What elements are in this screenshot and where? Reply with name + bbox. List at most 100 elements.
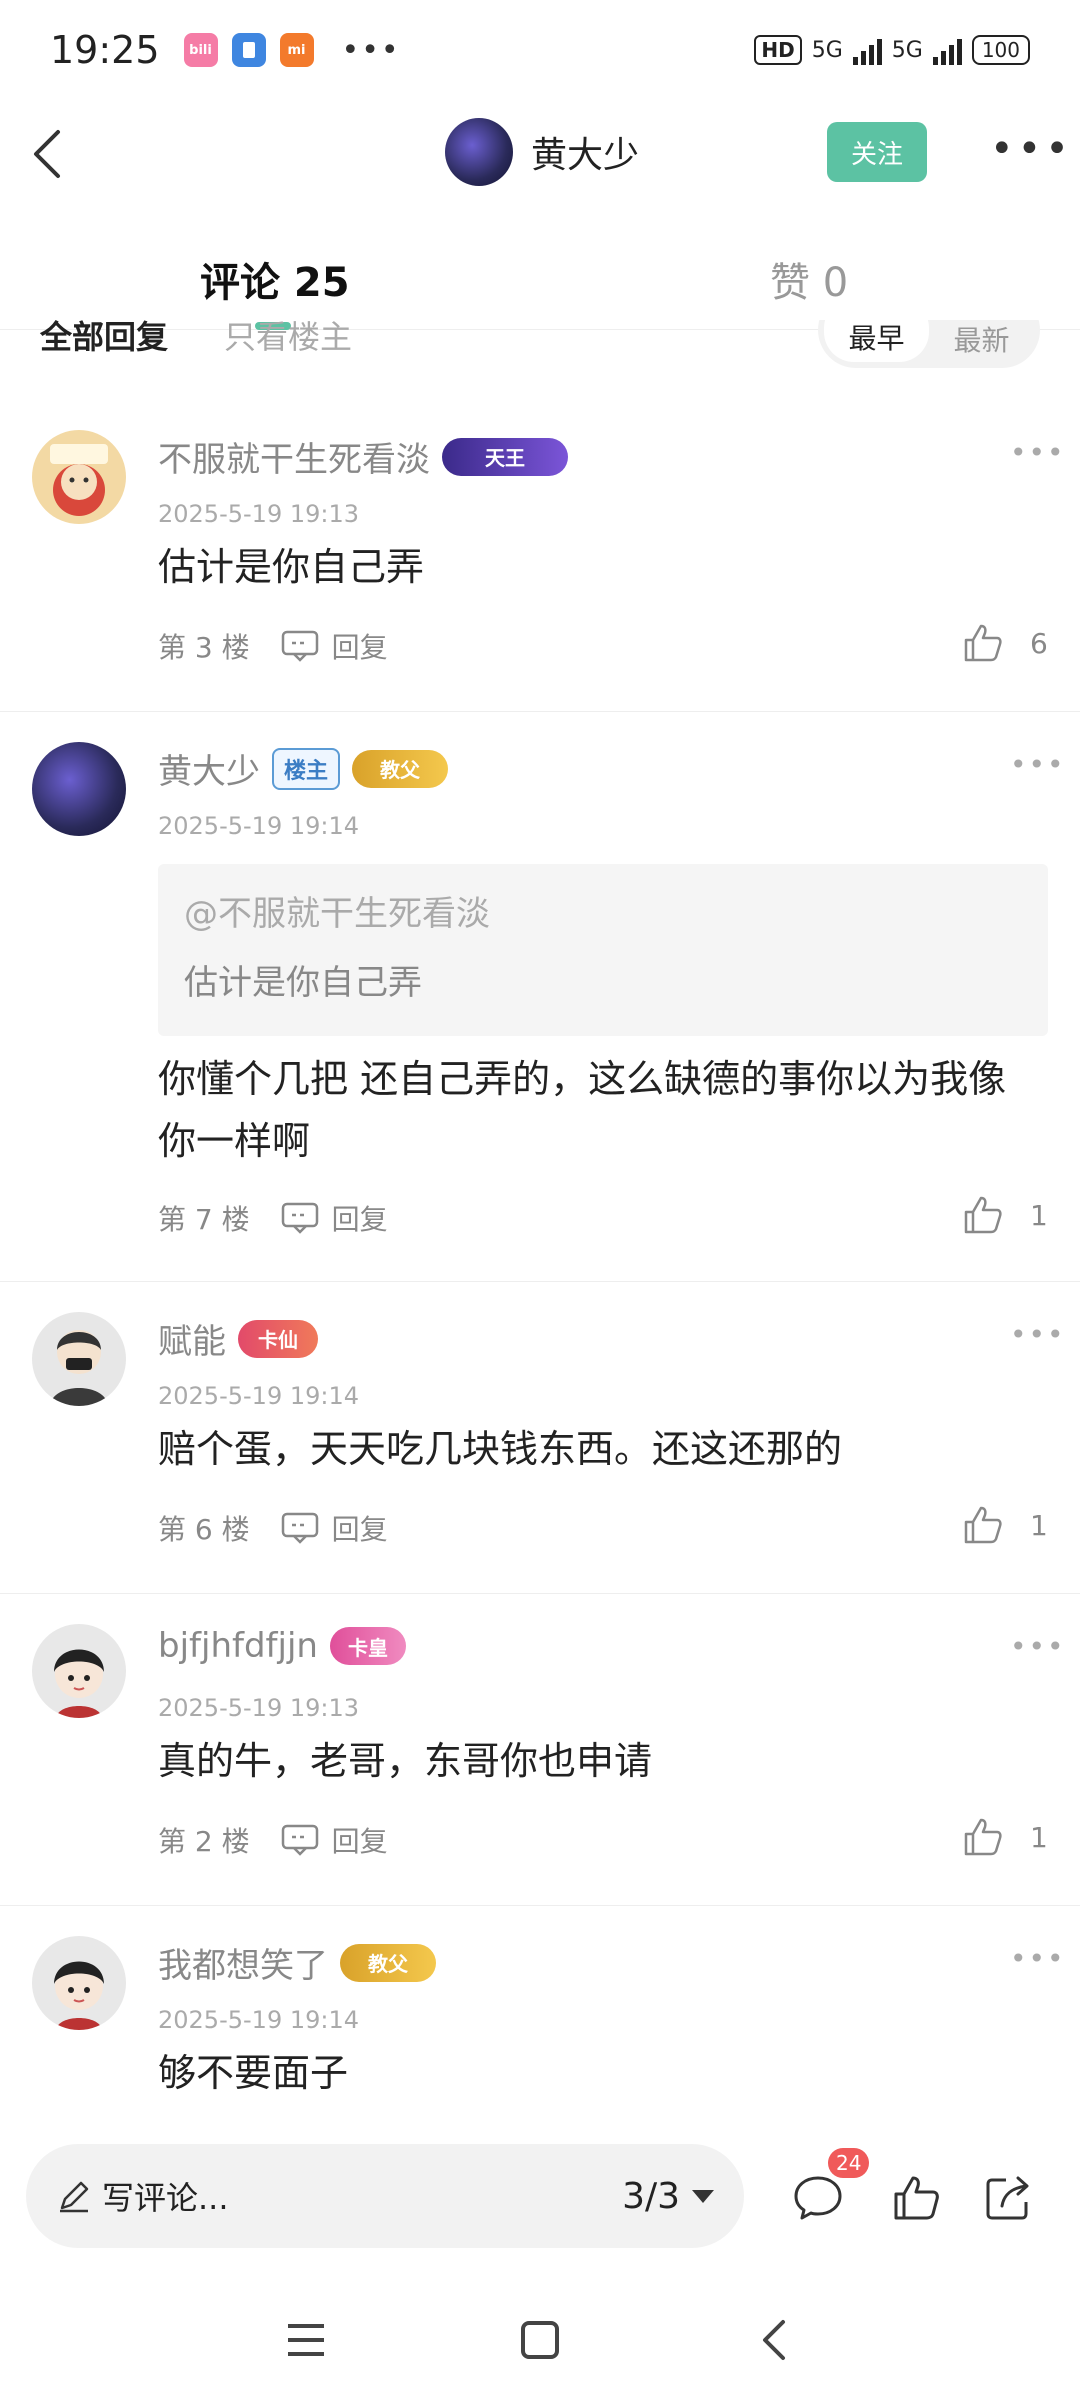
- avatar[interactable]: [32, 1624, 126, 1718]
- tab-likes[interactable]: 赞 0: [770, 250, 848, 308]
- reply-button[interactable]: 回复: [280, 1820, 388, 1860]
- avatar[interactable]: [445, 118, 513, 186]
- username[interactable]: bjfjhfdfjjn: [158, 1626, 318, 1666]
- comment-meta: 第 7 楼 回复: [158, 1198, 388, 1238]
- reply-label[interactable]: 回复: [332, 1198, 388, 1238]
- filter-bar: 全部回复 只看楼主 最早 最新: [0, 320, 1080, 370]
- reply-button[interactable]: 回复: [280, 626, 388, 666]
- avatar[interactable]: [32, 1312, 126, 1406]
- caret-down-icon: [692, 2189, 714, 2203]
- tab-bar: 评论 25 赞 0: [0, 210, 1080, 330]
- reply-button[interactable]: 回复: [280, 1508, 388, 1548]
- thumbs-up-icon: [964, 624, 1002, 662]
- author-info[interactable]: 黄大少: [445, 118, 639, 186]
- comment-item: 我都想笑了 教父 ••• 2025-5-19 19:14 够不要面子: [0, 1906, 1080, 2130]
- filter-owner-only[interactable]: 只看楼主: [224, 320, 352, 358]
- thumbs-up-icon[interactable]: [888, 2170, 944, 2226]
- reply-button[interactable]: 回复: [280, 1198, 388, 1238]
- menu-icon: [288, 2324, 324, 2356]
- comment-icon: [281, 1512, 318, 1544]
- reply-label[interactable]: 回复: [332, 1820, 388, 1860]
- username[interactable]: 赋能: [158, 1314, 226, 1363]
- comment-more-icon[interactable]: •••: [1010, 1942, 1066, 1975]
- reply-label[interactable]: 回复: [332, 1508, 388, 1548]
- chevron-left-icon: [34, 130, 60, 178]
- thumbs-up-icon: [964, 1506, 1002, 1544]
- comment-username[interactable]: 不服就干生死看淡 天王: [158, 432, 568, 481]
- username[interactable]: 我都想笑了: [158, 1938, 328, 1987]
- thumbs-up-icon: [964, 1818, 1002, 1856]
- comment-text[interactable]: 你懂个几把 还自己弄的，这么缺德的事你以为我像你一样啊: [158, 1048, 1038, 1172]
- comment-username[interactable]: 黄大少 楼主 教父: [158, 744, 449, 793]
- comment-username[interactable]: 赋能 卡仙: [158, 1314, 318, 1363]
- level-badge: 教父: [340, 1943, 436, 1982]
- comment-text[interactable]: 赔个蛋，天天吃几块钱东西。还这还那的: [158, 1418, 1038, 1480]
- username[interactable]: 不服就干生死看淡: [158, 432, 430, 481]
- tab-comments[interactable]: 评论 25: [200, 250, 350, 308]
- home-icon: [521, 2321, 559, 2359]
- bottom-action-bar: 写评论... 3/3 24: [0, 2130, 1080, 2270]
- filter-all-replies[interactable]: 全部回复: [40, 320, 168, 358]
- home-button[interactable]: [510, 2310, 570, 2370]
- comment-count-badge: 24: [828, 2148, 870, 2178]
- status-time: 19:25: [50, 28, 160, 72]
- author-name[interactable]: 黄大少: [531, 126, 639, 178]
- comment-bubble-icon[interactable]: [790, 2170, 846, 2226]
- comment-text[interactable]: 真的牛，老哥，东哥你也申请: [158, 1730, 1038, 1792]
- share-icon[interactable]: [980, 2170, 1036, 2226]
- status-bar: 19:25 bili mi ••• HD 5G 5G 100: [0, 0, 1080, 100]
- comment-input[interactable]: 写评论... 3/3: [26, 2144, 744, 2248]
- reply-label[interactable]: 回复: [332, 626, 388, 666]
- floor-number: 第 7 楼: [158, 1203, 250, 1236]
- sort-latest[interactable]: 最新: [929, 320, 1034, 359]
- comment-time: 2025-5-19 19:14: [158, 2006, 359, 2034]
- battery-icon: 100: [971, 35, 1030, 65]
- pencil-icon: [60, 2181, 89, 2213]
- comment-icon: [281, 630, 318, 662]
- comment-username[interactable]: 我都想笑了 教父: [158, 1938, 436, 1987]
- comment-username[interactable]: bjfjhfdfjjn 卡皇: [158, 1626, 406, 1666]
- sort-toggle: 最早 最新: [818, 320, 1040, 368]
- page-selector[interactable]: 3/3: [622, 2176, 714, 2217]
- sort-earliest[interactable]: 最早: [824, 320, 929, 362]
- comment-more-icon[interactable]: •••: [1010, 436, 1066, 469]
- username[interactable]: 黄大少: [158, 744, 260, 793]
- menu-button[interactable]: [276, 2310, 336, 2370]
- comment-icon: [281, 1202, 318, 1234]
- owner-badge: 楼主: [272, 747, 341, 790]
- comment-text[interactable]: 够不要面子: [158, 2042, 1038, 2104]
- comment-time: 2025-5-19 19:14: [158, 812, 359, 840]
- like-button[interactable]: 1: [962, 1504, 1048, 1546]
- thumbs-up-icon: [964, 1196, 1002, 1234]
- like-button[interactable]: 1: [962, 1194, 1048, 1236]
- avatar[interactable]: [32, 430, 126, 524]
- floor-number: 第 2 楼: [158, 1825, 250, 1858]
- mi-icon: mi: [279, 33, 314, 67]
- level-badge: 教父: [352, 749, 449, 788]
- quoted-reply[interactable]: @不服就干生死看淡 估计是你自己弄: [158, 864, 1048, 1036]
- comment-input-placeholder[interactable]: 写评论...: [102, 2173, 229, 2219]
- like-button[interactable]: 1: [962, 1816, 1048, 1858]
- comment-item: 黄大少 楼主 教父 ••• 2025-5-19 19:14 @不服就干生死看淡 …: [0, 712, 1080, 1282]
- quoted-text: 估计是你自己弄: [184, 963, 422, 1003]
- like-count: 1: [1030, 1198, 1048, 1232]
- comment-text[interactable]: 估计是你自己弄: [158, 536, 1038, 598]
- nav-back-button[interactable]: [744, 2310, 804, 2370]
- avatar[interactable]: [32, 742, 126, 836]
- comment-meta: 第 6 楼 回复: [158, 1508, 388, 1548]
- page-indicator[interactable]: 3/3: [622, 2176, 680, 2217]
- back-button[interactable]: [22, 124, 72, 184]
- like-button[interactable]: 6: [962, 622, 1048, 664]
- comment-more-icon[interactable]: •••: [1010, 1630, 1066, 1663]
- comment-item: 不服就干生死看淡 天王 ••• 2025-5-19 19:13 估计是你自己弄 …: [0, 400, 1080, 712]
- network-type-2: 5G: [891, 37, 923, 63]
- hd-voice-icon: HD: [754, 35, 802, 65]
- level-badge: 卡皇: [329, 1627, 406, 1665]
- comment-more-icon[interactable]: •••: [1010, 1318, 1066, 1351]
- comment-more-icon[interactable]: •••: [1010, 748, 1066, 781]
- avatar[interactable]: [32, 1936, 126, 2030]
- signal-icon: [932, 35, 962, 65]
- follow-button[interactable]: 关注: [827, 122, 927, 182]
- more-options-icon[interactable]: •••: [990, 126, 1073, 172]
- status-right: HD 5G 5G 100: [754, 35, 1030, 65]
